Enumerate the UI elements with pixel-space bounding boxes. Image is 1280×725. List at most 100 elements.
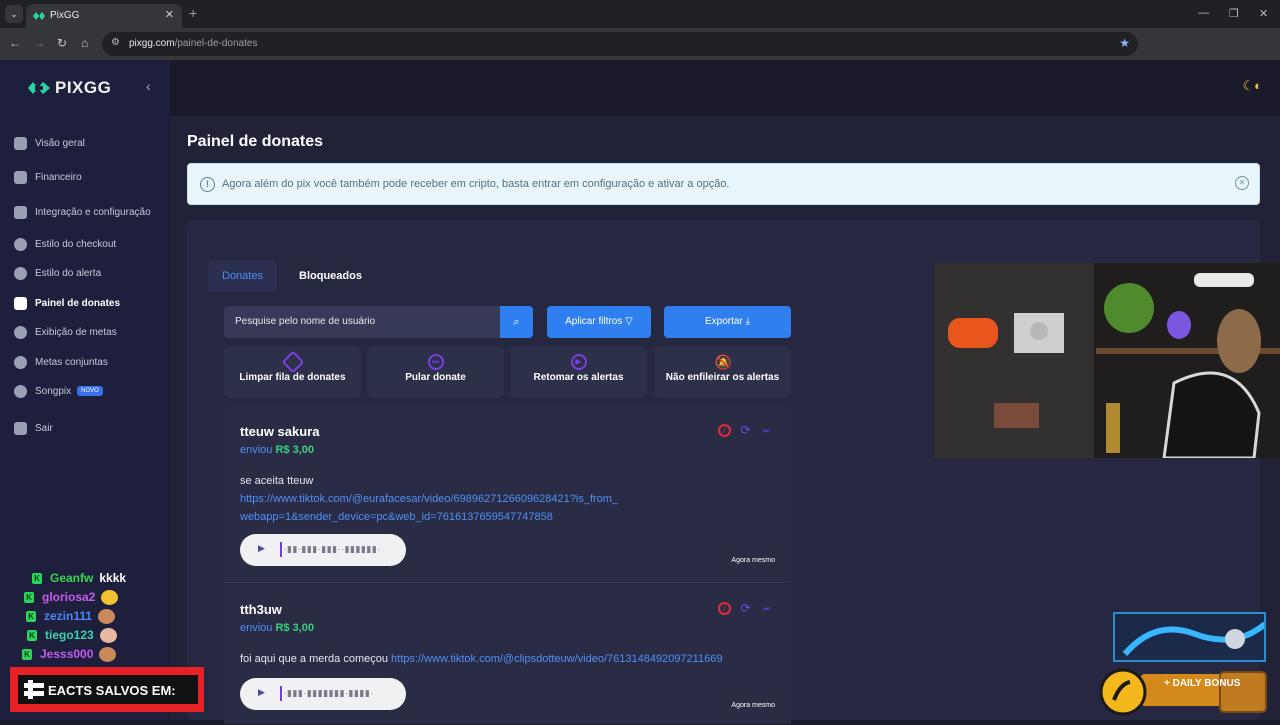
close-window-icon[interactable]: ✕ [1259,7,1268,20]
replay-icon[interactable]: ⟳ [739,424,752,437]
info-icon: ! [200,177,215,192]
tab-bloqueados[interactable]: Bloqueados [285,260,376,292]
kick-icon: K [27,629,37,641]
donate-actions: / ⟳ ⏭ [718,602,773,615]
restore-icon[interactable]: ❐ [1229,7,1239,20]
home-icon[interactable]: ⌂ [81,36,88,50]
address-bar[interactable]: ⚙ pixgg.com/painel-de-donates ★ [102,32,1138,56]
replay-icon[interactable]: ⟳ [739,602,752,615]
alert-text: Agora além do pix você também pode receb… [222,178,730,190]
music-icon [14,384,27,398]
page-title: Painel de donates [187,133,324,150]
sidebar-item-financeiro[interactable]: Financeiro [14,168,82,186]
chat-username: zezin111 [44,609,93,623]
chat-username: tiego123 [45,628,94,642]
collapse-sidebar-icon[interactable]: ‹ [146,78,151,94]
skip-icon[interactable]: ⏭ [760,424,773,437]
audio-waveform: ··▮▮·▮▮▮·▮▮▮··▮▮▮▮▮▮· [280,544,381,554]
kick-icon: K [22,648,32,660]
search-input[interactable]: Pesquise pelo nome de usuário [235,316,375,327]
minimize-icon[interactable]: — [1198,7,1209,19]
webcam-feed [934,263,1280,458]
dont-queue-alerts-button[interactable]: 🔕 Não enfileirar os alertas [654,346,791,398]
sidebar-item-painel-donates[interactable]: Painel de donates [14,294,120,312]
sidebar-item-integracao[interactable]: Integração e configuração [14,203,151,221]
tab-title: PixGG [50,10,80,21]
sidebar-item-songpix[interactable]: Songpix NOVO [14,382,103,400]
tab-search-button[interactable]: ⌄ [5,5,23,23]
search-icon: ⌕ [513,316,520,328]
skip-donate-button[interactable]: ⏭ Pular donate [367,346,504,398]
donate-amount: enviou R$ 3,00 [240,622,315,634]
donate-card: tth3uw enviou R$ 3,00 / ⟳ ⏭ foi aqui que… [224,584,791,724]
daily-bonus-banner: + DAILY BONUS [1099,664,1272,720]
sidebar-item-sair[interactable]: Sair [14,419,53,437]
info-alert: ! Agora além do pix você também pode rec… [187,163,1260,205]
export-button[interactable]: Exportar ⤓ [664,306,791,338]
back-icon[interactable]: ← [9,36,21,50]
chat-text: kkkk [99,571,127,585]
play-icon[interactable]: ▶ [258,687,265,698]
reacts-banner-inner: EACTS SALVOS EM: [18,675,198,704]
reacts-banner-text: EACTS SALVOS EM: [48,683,176,698]
tab-close-icon[interactable]: ✕ [165,8,174,21]
audio-player[interactable]: ▶ ··▮▮·▮▮▮·▮▮▮··▮▮▮▮▮▮· [240,534,406,566]
search-bar: Pesquise pelo nome de usuário ⌕ [224,306,533,338]
tab-donates[interactable]: Donates [208,260,277,292]
browser-toolbar: ← → ↻ ⌂ ⚙ pixgg.com/painel-de-donates ★ … [0,28,1280,79]
forward-icon[interactable]: → [33,36,45,50]
skip-icon: ⏭ [427,354,444,370]
chat-message: K Jesss000 [22,645,117,663]
people-icon [14,355,27,369]
search-button[interactable]: ⌕ [500,306,533,338]
donor-name: tteuw sakura [240,424,320,439]
block-icon[interactable]: / [718,602,731,615]
alert-close-icon[interactable]: ✕ [1235,176,1249,190]
wallet-icon [14,170,27,184]
daily-bonus-text: + DAILY BONUS [1164,678,1241,689]
skip-icon[interactable]: ⏭ [760,602,773,615]
sidebar-item-metas-conjuntas[interactable]: Metas conjuntas [14,353,108,371]
chat-message: K zezin111 [26,607,116,625]
theme-toggle-icon[interactable]: ☾◐ [1242,78,1262,94]
donate-amount: enviou R$ 3,00 [240,444,315,456]
browser-tab[interactable]: PixGG ✕ [26,4,182,28]
bookmark-star-icon[interactable]: ★ [1119,36,1130,50]
sidebar-item-estilo-checkout[interactable]: Estilo do checkout [14,235,116,253]
play-icon[interactable]: ▶ [258,543,265,554]
emote-icon [98,608,116,624]
browser-tab-bar: ⌄ PixGG ✕ + — ❐ ✕ [0,0,1280,28]
sponsor-banner [1113,612,1266,662]
new-tab-button[interactable]: + [189,5,197,21]
play-icon: ▶ [570,354,587,370]
donate-time: Agora mesmo [731,557,775,564]
home-icon [14,136,27,150]
chat-message: K tiego123 [27,626,117,644]
sidebar-item-visao-geral[interactable]: Visão geral [14,134,85,152]
audio-waveform: ··▮▮▮·▮▮▮▮▮▮▮·▮▮▮▮· [280,688,374,698]
reacts-logo-icon [24,680,44,699]
daily-bonus-art [1099,668,1267,716]
clear-queue-button[interactable]: Limpar fila de donates [224,346,361,398]
reload-icon[interactable]: ↻ [57,36,67,50]
resume-alerts-button[interactable]: ▶ Retomar os alertas [510,346,647,398]
donate-message: foi aqui que a merda começou https://www… [240,653,723,665]
sidebar-item-exibicao-metas[interactable]: Exibição de metas [14,323,117,341]
sidebar-item-estilo-alerta[interactable]: Estilo do alerta [14,264,101,282]
chat-message: K Geanfw kkkk [32,569,126,587]
block-icon[interactable]: / [718,424,731,437]
kick-icon: K [26,610,36,622]
new-badge: NOVO [77,386,103,396]
eraser-icon [281,350,304,374]
audio-player[interactable]: ▶ ··▮▮▮·▮▮▮▮▮▮▮·▮▮▮▮· [240,678,406,710]
emote-icon [101,589,119,605]
logo-text: PIXGG [55,78,112,97]
donate-link[interactable]: https://www.tiktok.com/@clipsdotteuw/vid… [391,653,722,665]
donate-link[interactable]: https://www.tiktok.com/@eurafacesar/vide… [240,490,620,526]
pixgg-logo-icon [28,82,50,94]
apply-filters-button[interactable]: Aplicar filtros ▽ [547,306,651,338]
site-info-icon[interactable]: ⚙ [111,37,120,48]
chat-username: gloriosa2 [42,590,96,604]
donate-card: tteuw sakura enviou R$ 3,00 / ⟳ ⏭ se ace… [224,406,791,583]
emote-icon [99,627,117,643]
